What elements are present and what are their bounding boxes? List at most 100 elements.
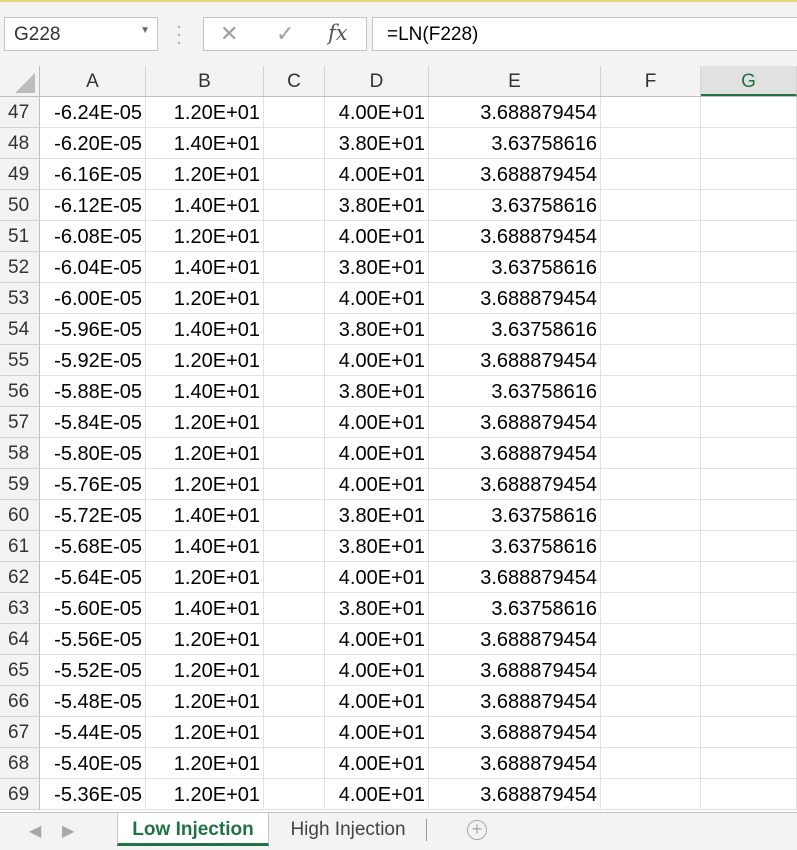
cell-c[interactable]	[264, 500, 325, 531]
cell-c[interactable]	[264, 314, 325, 345]
row-header[interactable]: 55	[0, 345, 40, 376]
cell-d[interactable]: 4.00E+01	[325, 717, 429, 748]
cell-b[interactable]: 1.40E+01	[146, 531, 264, 562]
cell-e[interactable]: 3.688879454	[429, 717, 601, 748]
cell-d[interactable]: 4.00E+01	[325, 283, 429, 314]
cell-g[interactable]	[701, 593, 797, 624]
cell-a[interactable]: -5.48E-05	[40, 686, 146, 717]
cell-e[interactable]: 3.63758616	[429, 252, 601, 283]
cell-d[interactable]: 4.00E+01	[325, 624, 429, 655]
formula-input[interactable]: =LN(F228)	[372, 17, 797, 51]
cell-a[interactable]: -5.96E-05	[40, 314, 146, 345]
cell-a[interactable]: -5.56E-05	[40, 624, 146, 655]
cell-f[interactable]	[601, 376, 701, 407]
row-header[interactable]: 68	[0, 748, 40, 779]
cell-e[interactable]: 3.688879454	[429, 438, 601, 469]
row-header[interactable]: 69	[0, 779, 40, 810]
chevron-down-icon[interactable]: ▼	[140, 25, 150, 36]
cell-g[interactable]	[701, 500, 797, 531]
cell-a[interactable]: -5.88E-05	[40, 376, 146, 407]
cell-g[interactable]	[701, 407, 797, 438]
row-header[interactable]: 49	[0, 159, 40, 190]
row-header[interactable]: 53	[0, 283, 40, 314]
cell-c[interactable]	[264, 593, 325, 624]
cell-d[interactable]: 3.80E+01	[325, 593, 429, 624]
column-header-e[interactable]: E	[429, 66, 601, 96]
cell-a[interactable]: -6.16E-05	[40, 159, 146, 190]
cell-f[interactable]	[601, 748, 701, 779]
cell-b[interactable]: 1.40E+01	[146, 128, 264, 159]
cell-b[interactable]: 1.20E+01	[146, 97, 264, 128]
cell-c[interactable]	[264, 345, 325, 376]
row-header[interactable]: 54	[0, 314, 40, 345]
cell-a[interactable]: -5.72E-05	[40, 500, 146, 531]
add-sheet-icon[interactable]: +	[467, 820, 487, 840]
cell-g[interactable]	[701, 655, 797, 686]
cell-g[interactable]	[701, 97, 797, 128]
cell-d[interactable]: 3.80E+01	[325, 500, 429, 531]
cell-b[interactable]: 1.40E+01	[146, 252, 264, 283]
cell-a[interactable]: -6.08E-05	[40, 221, 146, 252]
cell-c[interactable]	[264, 779, 325, 810]
sheet-tab-2[interactable]: High Injection	[272, 813, 424, 846]
sheet-tab-1[interactable]: Low Injection	[117, 813, 269, 846]
cell-e[interactable]: 3.688879454	[429, 779, 601, 810]
row-header[interactable]: 64	[0, 624, 40, 655]
cell-e[interactable]: 3.688879454	[429, 97, 601, 128]
column-header-c[interactable]: C	[264, 66, 325, 96]
cell-g[interactable]	[701, 748, 797, 779]
column-header-g[interactable]: G	[701, 66, 797, 96]
cell-c[interactable]	[264, 717, 325, 748]
cell-c[interactable]	[264, 562, 325, 593]
cell-c[interactable]	[264, 531, 325, 562]
cell-g[interactable]	[701, 779, 797, 810]
cell-a[interactable]: -5.80E-05	[40, 438, 146, 469]
cell-g[interactable]	[701, 190, 797, 221]
cell-b[interactable]: 1.40E+01	[146, 314, 264, 345]
cell-b[interactable]: 1.20E+01	[146, 717, 264, 748]
cell-g[interactable]	[701, 562, 797, 593]
cell-e[interactable]: 3.688879454	[429, 469, 601, 500]
cell-a[interactable]: -5.84E-05	[40, 407, 146, 438]
cell-f[interactable]	[601, 252, 701, 283]
select-all-corner[interactable]	[0, 66, 40, 96]
cell-f[interactable]	[601, 624, 701, 655]
cell-b[interactable]: 1.20E+01	[146, 624, 264, 655]
cell-d[interactable]: 4.00E+01	[325, 438, 429, 469]
cell-c[interactable]	[264, 469, 325, 500]
cell-c[interactable]	[264, 97, 325, 128]
cell-c[interactable]	[264, 190, 325, 221]
cell-d[interactable]: 3.80E+01	[325, 314, 429, 345]
row-header[interactable]: 65	[0, 655, 40, 686]
cell-e[interactable]: 3.688879454	[429, 562, 601, 593]
cell-d[interactable]: 3.80E+01	[325, 190, 429, 221]
cell-d[interactable]: 4.00E+01	[325, 345, 429, 376]
cell-e[interactable]: 3.688879454	[429, 655, 601, 686]
cell-c[interactable]	[264, 407, 325, 438]
row-header[interactable]: 56	[0, 376, 40, 407]
cell-c[interactable]	[264, 624, 325, 655]
cell-c[interactable]	[264, 128, 325, 159]
cell-g[interactable]	[701, 686, 797, 717]
cell-b[interactable]: 1.20E+01	[146, 159, 264, 190]
enter-check-icon[interactable]: ✓	[276, 21, 294, 47]
cell-a[interactable]: -6.24E-05	[40, 97, 146, 128]
cell-e[interactable]: 3.688879454	[429, 748, 601, 779]
name-box[interactable]: G228 ▼	[4, 17, 158, 51]
cell-b[interactable]: 1.20E+01	[146, 655, 264, 686]
cell-e[interactable]: 3.688879454	[429, 686, 601, 717]
cell-c[interactable]	[264, 283, 325, 314]
row-header[interactable]: 50	[0, 190, 40, 221]
cell-a[interactable]: -6.00E-05	[40, 283, 146, 314]
cell-a[interactable]: -6.12E-05	[40, 190, 146, 221]
cell-g[interactable]	[701, 376, 797, 407]
cell-a[interactable]: -5.40E-05	[40, 748, 146, 779]
cell-g[interactable]	[701, 314, 797, 345]
cell-a[interactable]: -5.68E-05	[40, 531, 146, 562]
cell-d[interactable]: 4.00E+01	[325, 159, 429, 190]
cell-e[interactable]: 3.63758616	[429, 376, 601, 407]
scroll-tabs-right-icon[interactable]: ▶	[62, 821, 74, 841]
cell-b[interactable]: 1.20E+01	[146, 221, 264, 252]
cell-a[interactable]: -6.04E-05	[40, 252, 146, 283]
cell-f[interactable]	[601, 407, 701, 438]
